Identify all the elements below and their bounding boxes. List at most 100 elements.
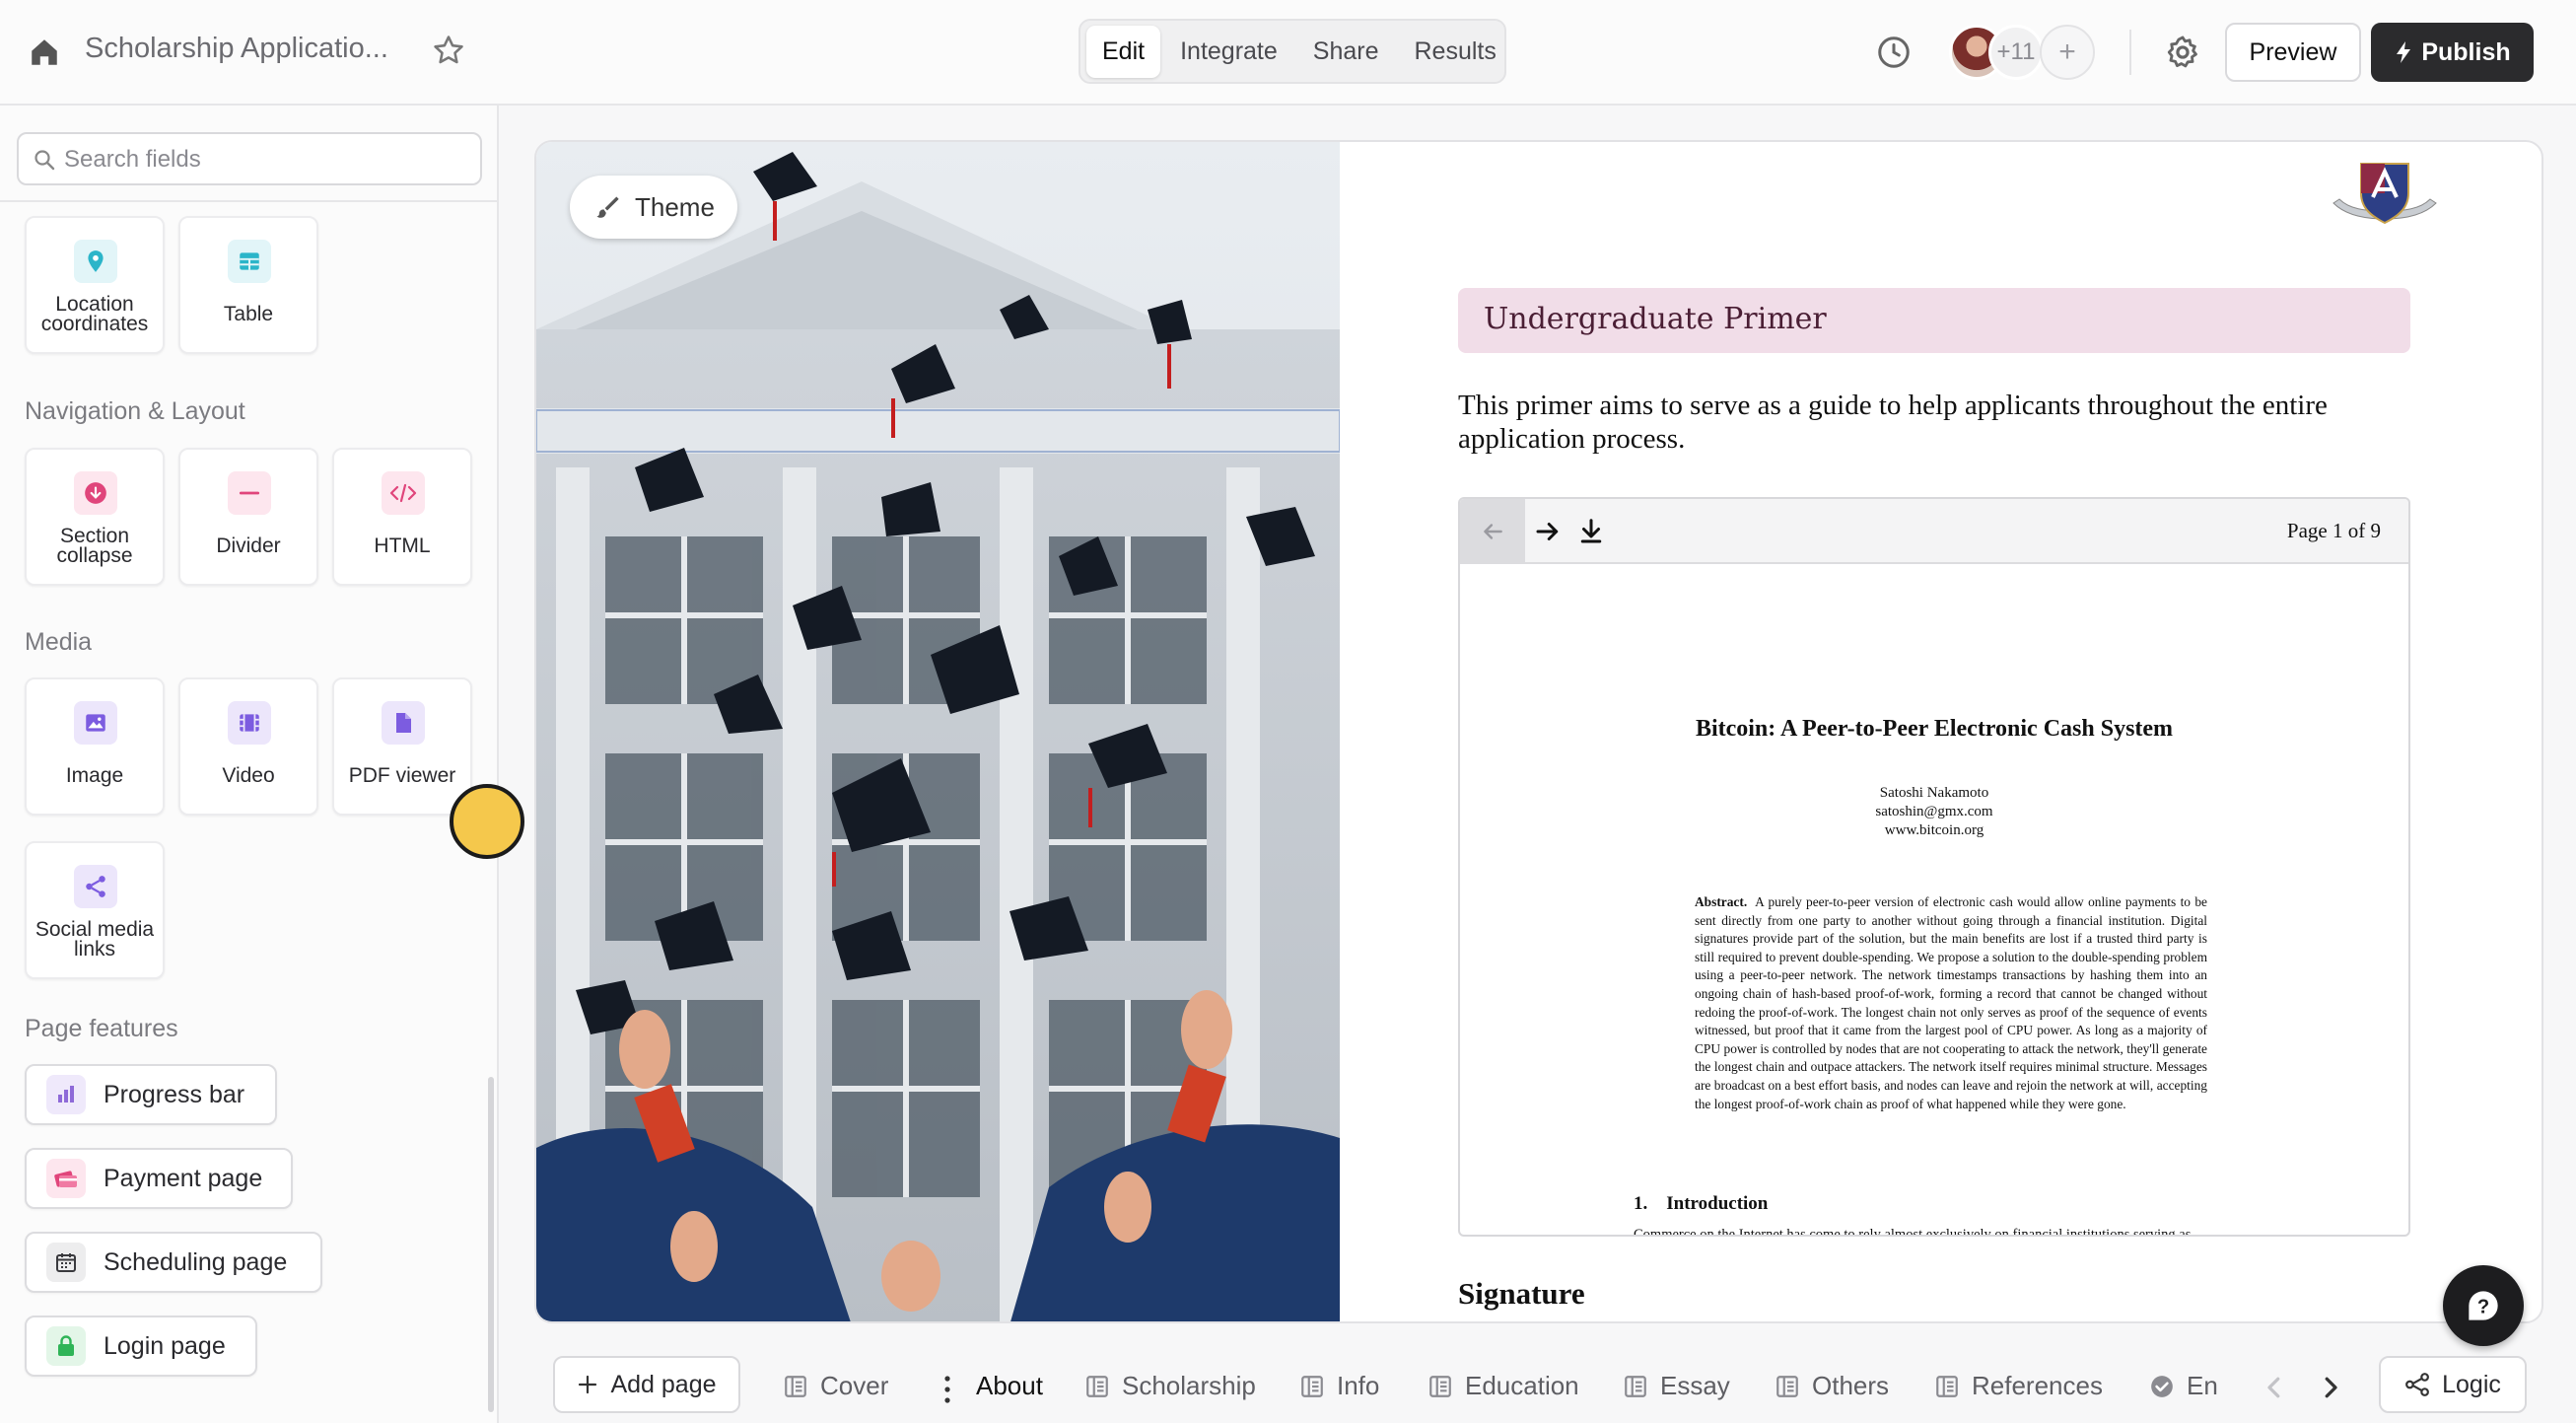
collaborators[interactable]: +11 + [1949, 25, 2097, 80]
page-tab-ending[interactable]: En [2149, 1371, 2218, 1401]
pdf-prev-button[interactable] [1460, 499, 1525, 564]
field-social-media-links[interactable]: Social media links [25, 841, 165, 979]
theme-label: Theme [635, 191, 715, 222]
page-icon [1086, 1375, 1108, 1397]
share-icon [74, 865, 117, 908]
tab-integrate[interactable]: Integrate [1164, 26, 1293, 78]
page-icon [1776, 1375, 1798, 1397]
page-tab-about[interactable]: About [976, 1371, 1043, 1401]
signature-heading[interactable]: Signature [1458, 1276, 1585, 1312]
scheduling-page-button[interactable]: Scheduling page [25, 1232, 322, 1293]
page-icon [1936, 1375, 1958, 1397]
video-icon [228, 701, 271, 745]
svg-text:?: ? [2477, 1296, 2489, 1317]
field-divider[interactable]: Divider [178, 448, 318, 586]
field-location-coordinates[interactable]: Location coordinates [25, 216, 165, 354]
pdf-author: Satoshi Nakamoto [1879, 785, 1989, 801]
search-icon [35, 150, 55, 171]
pdf-toolbar: Page 1 of 9 [1460, 499, 2408, 564]
gear-icon[interactable] [2164, 34, 2201, 71]
field-section-collapse[interactable]: Section collapse [25, 448, 165, 586]
help-chat-button[interactable]: ? [2443, 1265, 2524, 1346]
preview-button[interactable]: Preview [2225, 23, 2361, 82]
arrow-right-icon[interactable] [1533, 517, 1563, 546]
page-tab-label: Others [1812, 1371, 1890, 1400]
page-icon [785, 1375, 806, 1397]
sidebar-scrollbar[interactable] [488, 1077, 494, 1412]
help-chat-icon: ? [2469, 1291, 2498, 1320]
lightning-icon [2397, 41, 2411, 63]
page-tab-label: Education [1465, 1371, 1579, 1400]
page-tab-references[interactable]: References [1934, 1371, 2103, 1401]
search-box[interactable] [17, 132, 482, 185]
field-pdf-viewer[interactable]: PDF viewer [332, 677, 472, 816]
add-page-label: Add page [610, 1370, 717, 1398]
page-tab-label: Scholarship [1122, 1371, 1256, 1400]
field-html[interactable]: HTML [332, 448, 472, 586]
tile-label: Social media links [35, 918, 155, 961]
tab-edit[interactable]: Edit [1086, 25, 1161, 78]
download-icon[interactable] [1576, 517, 1606, 546]
pdf-section-title: Introduction [1666, 1193, 1769, 1214]
logic-button[interactable]: Logic [2379, 1356, 2527, 1413]
page-tab-scholarship[interactable]: Scholarship [1084, 1371, 1256, 1401]
page-tab-essay[interactable]: Essay [1623, 1371, 1730, 1401]
feature-label: Progress bar [104, 1080, 245, 1108]
field-image[interactable]: Image [25, 677, 165, 816]
page-tab-info[interactable]: Info [1299, 1371, 1379, 1401]
add-collaborator-button[interactable]: + [2040, 25, 2095, 80]
lock-icon [46, 1326, 86, 1366]
collaborator-count[interactable]: +11 [1988, 25, 2044, 80]
graduation-hero-image[interactable] [536, 142, 1340, 1323]
chevron-left-icon[interactable] [2260, 1373, 2289, 1402]
arrow-left-icon [1484, 524, 1502, 539]
sidebar-divider [0, 200, 497, 202]
university-crest-logo [2332, 163, 2437, 225]
page-tab-label: En [2187, 1371, 2218, 1400]
history-icon[interactable] [1876, 35, 1912, 70]
chevron-right-icon[interactable] [2316, 1373, 2345, 1402]
section-heading[interactable]: Undergraduate Primer [1458, 288, 2410, 353]
payment-page-button[interactable]: Payment page [25, 1148, 293, 1209]
section-collapse-icon [74, 471, 117, 515]
field-table[interactable]: Table [178, 216, 318, 354]
page-tab-label: About [976, 1371, 1043, 1400]
page-tab-education[interactable]: Education [1427, 1371, 1579, 1401]
add-page-button[interactable]: Add page [553, 1356, 740, 1413]
check-circle-icon [2151, 1375, 2173, 1397]
heading-text: Undergraduate Primer [1484, 302, 1827, 336]
pdf-page-indicator: Page 1 of 9 [2286, 519, 2381, 542]
progress-bar-button[interactable]: Progress bar [25, 1064, 277, 1125]
payment-icon [46, 1159, 86, 1198]
page-icon [1429, 1375, 1451, 1397]
divider [2129, 30, 2131, 75]
paintbrush-icon [596, 196, 619, 218]
field-sidebar: Location coordinates Table Navigation & … [0, 106, 499, 1423]
cursor-indicator [450, 784, 524, 859]
tab-results[interactable]: Results [1399, 26, 1512, 78]
form-title[interactable]: Scholarship Applicatio... [85, 33, 388, 65]
tab-share[interactable]: Share [1297, 26, 1395, 78]
field-video[interactable]: Video [178, 677, 318, 816]
page-tab-cover[interactable]: Cover [783, 1371, 888, 1401]
intro-paragraph[interactable]: This primer aims to serve as a guide to … [1458, 389, 2424, 456]
home-icon[interactable] [28, 36, 61, 69]
search-input[interactable] [64, 142, 468, 178]
star-icon[interactable] [432, 34, 465, 67]
login-page-button[interactable]: Login page [25, 1316, 257, 1377]
divider-icon [228, 471, 271, 515]
tile-label: PDF viewer [348, 764, 456, 787]
page-tab-others[interactable]: Others [1775, 1371, 1889, 1401]
form-canvas: Theme Undergraduate Primer This primer a… [534, 140, 2543, 1323]
pdf-website: www.bitcoin.org [1884, 822, 1984, 838]
tile-label: Video [222, 764, 275, 787]
pdf-viewer[interactable]: Page 1 of 9 Bitcoin: A Peer-to-Peer Elec… [1458, 497, 2410, 1237]
tile-label: Divider [216, 534, 281, 557]
theme-button[interactable]: Theme [570, 176, 737, 239]
feature-label: Login page [104, 1331, 226, 1360]
logic-label: Logic [2442, 1370, 2501, 1398]
feature-label: Scheduling page [104, 1247, 288, 1276]
logic-flow-icon [2405, 1373, 2430, 1396]
publish-button[interactable]: Publish [2371, 23, 2534, 82]
drag-handle-icon[interactable] [942, 1375, 952, 1404]
